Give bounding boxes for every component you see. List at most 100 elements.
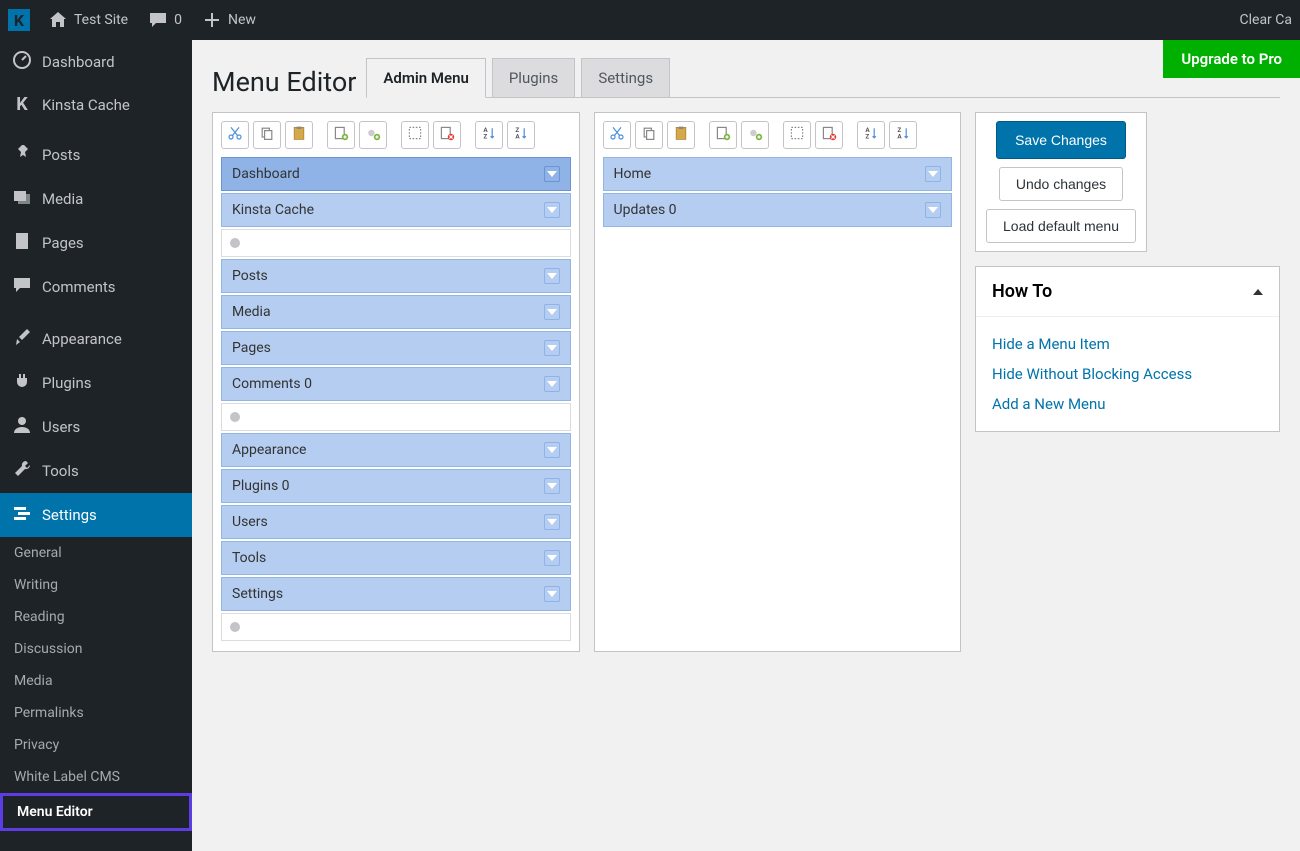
expand-icon[interactable] [925, 166, 941, 182]
menu-item-label: Media [232, 304, 271, 320]
delete-button[interactable] [433, 121, 461, 149]
site-link[interactable]: Test Site [38, 0, 138, 40]
hide-button[interactable] [783, 121, 811, 149]
menu-item[interactable]: Pages [221, 331, 571, 365]
submenu-item-media[interactable]: Media [0, 665, 192, 697]
menu-item[interactable]: Media [221, 295, 571, 329]
cut-button[interactable] [603, 121, 631, 149]
sort-az-button[interactable]: AZ [475, 121, 503, 149]
hide-icon [789, 125, 805, 145]
copy-button[interactable] [253, 121, 281, 149]
new-sep-button[interactable] [741, 121, 769, 149]
sidebar-item-users[interactable]: Users [0, 405, 192, 449]
menu-separator[interactable] [221, 229, 571, 257]
menu-item[interactable]: Appearance [221, 433, 571, 467]
copy-icon [641, 125, 657, 145]
sidebar-item-plugins[interactable]: Plugins [0, 361, 192, 405]
new-sep-button[interactable] [359, 121, 387, 149]
cut-button[interactable] [221, 121, 249, 149]
expand-icon[interactable] [925, 202, 941, 218]
menu-item-label: Pages [232, 340, 271, 356]
sort-za-button[interactable]: ZA [507, 121, 535, 149]
menu-item[interactable]: Settings [221, 577, 571, 611]
expand-icon[interactable] [544, 514, 560, 530]
menu-panel-left: AZZA DashboardKinsta Cache Posts Media Page… [212, 112, 580, 652]
submenu-item-privacy[interactable]: Privacy [0, 729, 192, 761]
submenu-item-general[interactable]: General [0, 537, 192, 569]
new-item-button[interactable] [709, 121, 737, 149]
submenu-item-discussion[interactable]: Discussion [0, 633, 192, 665]
howto-panel: How To Hide a Menu ItemHide Without Bloc… [975, 266, 1280, 432]
tab-plugins[interactable]: Plugins [492, 58, 575, 97]
menu-separator[interactable] [221, 613, 571, 641]
expand-icon[interactable] [544, 550, 560, 566]
sidebar-item-settings[interactable]: Settings [0, 493, 192, 537]
sidebar-item-dashboard[interactable]: Dashboard [0, 40, 192, 84]
menu-item[interactable]: Home [603, 157, 953, 191]
menu-separator[interactable] [221, 403, 571, 431]
menu-item[interactable]: Users [221, 505, 571, 539]
sidebar-item-comments[interactable]: Comments [0, 265, 192, 309]
expand-icon[interactable] [544, 340, 560, 356]
sidebar-item-posts[interactable]: Posts [0, 133, 192, 177]
save-button[interactable]: Save Changes [996, 121, 1126, 159]
menu-item-label: Appearance [232, 442, 306, 458]
new-link[interactable]: New [192, 0, 266, 40]
sidebar-item-tools[interactable]: Tools [0, 449, 192, 493]
expand-icon[interactable] [544, 166, 560, 182]
tab-admin-menu[interactable]: Admin Menu [366, 58, 485, 98]
expand-icon[interactable] [544, 442, 560, 458]
comments-count: 0 [174, 12, 182, 28]
new-item-button[interactable] [327, 121, 355, 149]
admin-bar: K Test Site 0 New Clear Ca [0, 0, 1300, 40]
howto-link[interactable]: Hide a Menu Item [992, 329, 1263, 359]
menu-item[interactable]: Comments 0 [221, 367, 571, 401]
paste-button[interactable] [667, 121, 695, 149]
tab-settings[interactable]: Settings [581, 58, 670, 97]
menu-item[interactable]: Tools [221, 541, 571, 575]
hide-button[interactable] [401, 121, 429, 149]
delete-button[interactable] [815, 121, 843, 149]
cut-icon [609, 125, 625, 145]
load-default-button[interactable]: Load default menu [986, 209, 1136, 243]
sidebar-item-pages[interactable]: Pages [0, 221, 192, 265]
howto-link[interactable]: Hide Without Blocking Access [992, 359, 1263, 389]
page-title: Menu Editor [212, 66, 356, 98]
comments-link[interactable]: 0 [138, 0, 192, 40]
menu-item[interactable]: Dashboard [221, 157, 571, 191]
expand-icon[interactable] [544, 478, 560, 494]
submenu-item-reading[interactable]: Reading [0, 601, 192, 633]
sidebar-item-media[interactable]: Media [0, 177, 192, 221]
expand-icon[interactable] [544, 268, 560, 284]
menu-item[interactable]: Updates 0 [603, 193, 953, 227]
submenu-item-permalinks[interactable]: Permalinks [0, 697, 192, 729]
menu-item[interactable]: Posts [221, 259, 571, 293]
expand-icon[interactable] [544, 376, 560, 392]
menu-item[interactable]: Plugins 0 [221, 469, 571, 503]
expand-icon[interactable] [544, 202, 560, 218]
sort-za-button[interactable]: ZA [889, 121, 917, 149]
expand-icon[interactable] [544, 304, 560, 320]
submenu-item-writing[interactable]: Writing [0, 569, 192, 601]
upgrade-button[interactable]: Upgrade to Pro [1163, 40, 1300, 78]
paste-button[interactable] [285, 121, 313, 149]
admin-sidebar: DashboardKKinsta CachePostsMediaPagesCom… [0, 40, 192, 851]
sidebar-item-kinsta-cache[interactable]: KKinsta Cache [0, 84, 192, 125]
expand-icon[interactable] [544, 586, 560, 602]
toolbar-right: AZZA [603, 121, 953, 149]
menu-item[interactable]: Kinsta Cache [221, 193, 571, 227]
submenu-item-menu-editor[interactable]: Menu Editor [0, 793, 192, 831]
sort-az-button[interactable]: AZ [857, 121, 885, 149]
menu-item-label: Users [232, 514, 268, 530]
undo-button[interactable]: Undo changes [999, 167, 1123, 201]
kinsta-logo-icon[interactable]: K [8, 9, 30, 31]
copy-button[interactable] [635, 121, 663, 149]
svg-text:A: A [515, 133, 520, 141]
sidebar-item-appearance[interactable]: Appearance [0, 317, 192, 361]
howto-link[interactable]: Add a New Menu [992, 389, 1263, 419]
menu-item-label: Comments 0 [232, 376, 312, 392]
howto-toggle[interactable]: How To [976, 267, 1279, 317]
new-sep-icon [365, 125, 381, 145]
clear-cache-link[interactable]: Clear Ca [1230, 0, 1300, 40]
submenu-item-white-label-cms[interactable]: White Label CMS [0, 761, 192, 793]
